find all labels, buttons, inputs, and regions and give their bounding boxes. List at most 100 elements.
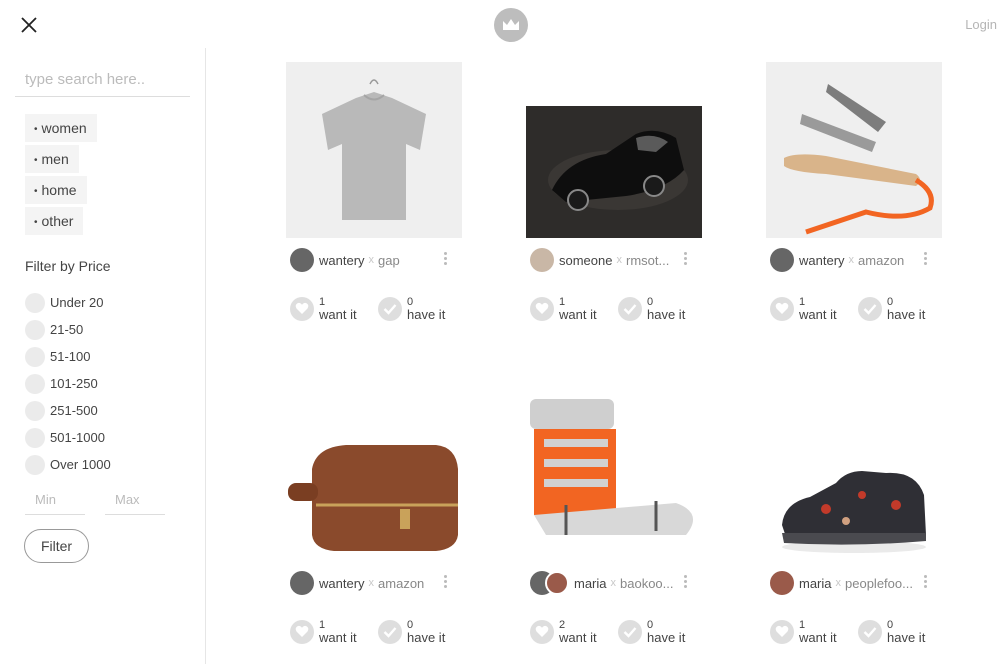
radio-button[interactable] xyxy=(25,427,45,448)
search-input[interactable] xyxy=(15,63,190,97)
product-user[interactable]: maria xyxy=(799,576,832,591)
have-it-button[interactable]: 0 have it xyxy=(618,296,685,321)
price-option-101-250[interactable]: 101-250 xyxy=(25,370,111,397)
category-other[interactable]: • other xyxy=(25,207,84,235)
have-it-button[interactable]: 0 have it xyxy=(378,619,445,644)
price-label: 51-100 xyxy=(50,349,91,364)
product-image-camp-chair[interactable] xyxy=(526,385,702,561)
user-avatar[interactable] xyxy=(770,248,794,272)
have-label: have it xyxy=(407,307,446,322)
price-option-501-1000[interactable]: 501-1000 xyxy=(25,424,111,451)
checkmark-icon xyxy=(858,619,882,644)
login-link[interactable]: Login xyxy=(965,17,997,32)
more-options-icon[interactable] xyxy=(444,575,448,589)
have-label: have it xyxy=(887,307,926,322)
product-meta: maria x peoplefoo... xyxy=(770,571,938,595)
want-it-button[interactable]: 1 want it xyxy=(290,619,357,644)
sidebar: •women •men •home •other Filter by Price… xyxy=(0,48,206,664)
product-card: wantery x amazon 1 want it 0 have it xyxy=(766,62,942,321)
radio-button[interactable] xyxy=(25,346,45,367)
heart-icon xyxy=(770,619,794,644)
separator: x xyxy=(616,254,622,266)
want-it-button[interactable]: 1 want it xyxy=(770,296,837,321)
price-option-over-1000[interactable]: Over 1000 xyxy=(25,451,111,478)
filter-by-price-heading: Filter by Price xyxy=(25,258,111,274)
product-store[interactable]: peoplefoo... xyxy=(845,576,913,591)
max-price-input[interactable] xyxy=(105,484,165,515)
user-avatar[interactable] xyxy=(770,571,794,595)
product-card: wantery x amazon 1 want it 0 have it xyxy=(286,385,462,644)
checkmark-icon xyxy=(378,296,402,321)
category-home[interactable]: • home xyxy=(25,176,87,204)
product-user[interactable]: wantery xyxy=(319,576,365,591)
category-men[interactable]: • men xyxy=(25,145,79,173)
want-it-button[interactable]: 2 want it xyxy=(530,619,597,644)
filter-button[interactable]: Filter xyxy=(24,529,89,563)
radio-button[interactable] xyxy=(25,292,45,313)
product-meta: someone x rmsot... xyxy=(530,248,698,272)
product-actions: 1 want it 0 have it xyxy=(290,619,462,647)
product-store[interactable]: amazon xyxy=(378,576,424,591)
price-option-51-100[interactable]: 51-100 xyxy=(25,343,111,370)
product-actions: 1 want it 0 have it xyxy=(770,296,942,324)
product-store[interactable]: rmsot... xyxy=(626,253,669,268)
more-options-icon[interactable] xyxy=(684,252,688,266)
want-it-button[interactable]: 1 want it xyxy=(770,619,837,644)
want-it-button[interactable]: 1 want it xyxy=(530,296,597,321)
heart-icon xyxy=(290,296,314,321)
category-label: home xyxy=(41,182,77,198)
product-user[interactable]: wantery xyxy=(799,253,845,268)
radio-button[interactable] xyxy=(25,400,45,421)
price-option-251-500[interactable]: 251-500 xyxy=(25,397,111,424)
user-avatar-secondary[interactable] xyxy=(545,571,569,595)
product-image-sneaker[interactable] xyxy=(766,385,942,561)
checkmark-icon xyxy=(378,619,402,644)
product-image-knife[interactable] xyxy=(766,62,942,238)
product-user[interactable]: wantery xyxy=(319,253,365,268)
have-it-button[interactable]: 0 have it xyxy=(378,296,445,321)
user-avatar[interactable] xyxy=(290,248,314,272)
product-store[interactable]: amazon xyxy=(858,253,904,268)
want-it-button[interactable]: 1 want it xyxy=(290,296,357,321)
have-it-button[interactable]: 0 have it xyxy=(858,619,925,644)
want-label: want it xyxy=(799,630,837,645)
product-user[interactable]: someone xyxy=(559,253,612,268)
product-store[interactable]: baokoo... xyxy=(620,576,674,591)
radio-button[interactable] xyxy=(25,454,45,475)
price-option-under-20[interactable]: Under 20 xyxy=(25,289,111,316)
product-user[interactable]: maria xyxy=(574,576,607,591)
min-price-input[interactable] xyxy=(25,484,85,515)
price-label: Over 1000 xyxy=(50,457,111,472)
have-label: have it xyxy=(407,630,446,645)
checkmark-icon xyxy=(618,619,642,644)
price-label: 21-50 xyxy=(50,322,84,337)
category-women[interactable]: • women xyxy=(25,114,97,142)
product-actions: 1 want it 0 have it xyxy=(290,296,462,324)
product-image-leather-bag[interactable] xyxy=(286,385,462,561)
product-store[interactable]: gap xyxy=(378,253,400,268)
user-avatar[interactable] xyxy=(530,248,554,272)
close-icon[interactable] xyxy=(20,16,38,34)
category-label: men xyxy=(41,151,69,167)
have-it-button[interactable]: 0 have it xyxy=(858,296,925,321)
price-label: 251-500 xyxy=(50,403,98,418)
more-options-icon[interactable] xyxy=(924,575,928,589)
user-avatar[interactable] xyxy=(290,571,314,595)
more-options-icon[interactable] xyxy=(684,575,688,589)
product-image-car[interactable] xyxy=(526,62,702,238)
price-option-21-50[interactable]: 21-50 xyxy=(25,316,111,343)
product-meta: wantery x amazon xyxy=(290,571,458,595)
crown-logo-icon[interactable] xyxy=(494,8,528,42)
more-options-icon[interactable] xyxy=(444,252,448,266)
more-options-icon[interactable] xyxy=(924,252,928,266)
heart-icon xyxy=(770,296,794,321)
product-card: maria x baokoo... 2 want it 0 have it xyxy=(526,385,702,644)
separator: x xyxy=(610,577,617,589)
have-label: have it xyxy=(647,307,686,322)
radio-button[interactable] xyxy=(25,373,45,394)
have-it-button[interactable]: 0 have it xyxy=(618,619,685,644)
category-label: women xyxy=(41,120,87,136)
price-label: 501-1000 xyxy=(50,430,105,445)
product-image-tshirt[interactable] xyxy=(286,62,462,238)
radio-button[interactable] xyxy=(25,319,45,340)
